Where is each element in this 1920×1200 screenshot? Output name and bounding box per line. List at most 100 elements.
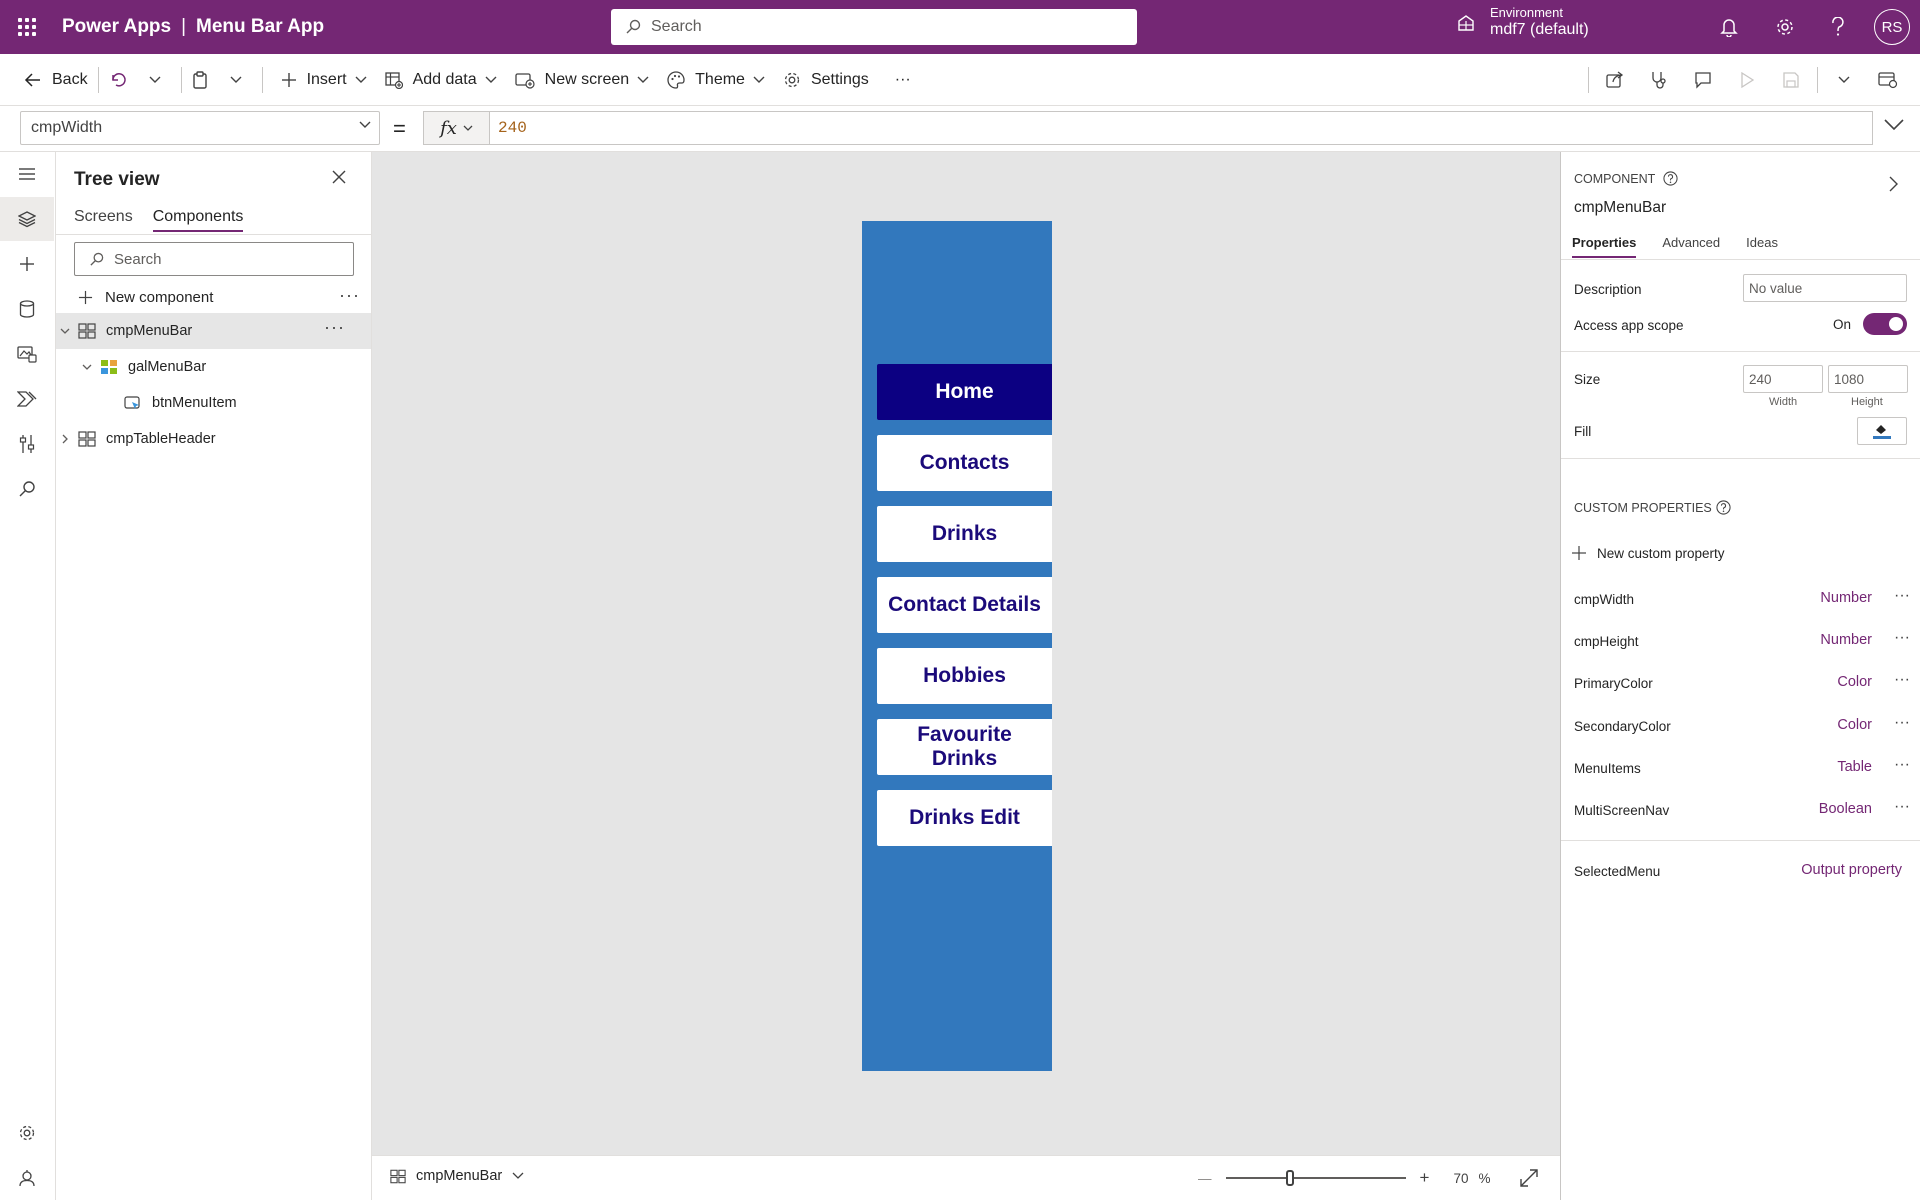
fit-to-window-icon[interactable] (1520, 1169, 1539, 1187)
add-data-button[interactable]: Add data (379, 60, 503, 100)
notifications-button[interactable] (1715, 13, 1743, 41)
help-circle-icon[interactable] (1663, 171, 1678, 186)
custom-property-row[interactable]: SecondaryColor Color ··· (1561, 712, 1920, 742)
environment-picker[interactable]: Environment mdf7 (default) (1456, 5, 1589, 39)
theme-button[interactable]: Theme (661, 60, 771, 100)
fx-button[interactable]: fx (424, 112, 490, 144)
collapse-pane-button[interactable] (1889, 176, 1898, 196)
output-property-row[interactable]: SelectedMenu Output property (1561, 857, 1920, 887)
new-screen-button[interactable]: New screen (509, 60, 655, 100)
tab-components[interactable]: Components (152, 208, 244, 232)
custom-property-more-button[interactable]: ··· (1894, 671, 1910, 689)
app-settings-button[interactable]: Settings (777, 60, 875, 100)
menu-item-favourite-drinks[interactable]: Favourite Drinks (877, 719, 1052, 775)
tab-advanced[interactable]: Advanced (1662, 235, 1720, 258)
zoom-out-button[interactable]: — (1198, 1171, 1212, 1186)
menu-item-contacts[interactable]: Contacts (877, 435, 1052, 491)
app-launcher-button[interactable] (0, 0, 54, 54)
collapse-chevron[interactable] (58, 328, 72, 335)
hamburger-menu-button[interactable] (0, 152, 54, 196)
power-automate-icon (17, 391, 37, 407)
custom-property-more-button[interactable]: ··· (1894, 587, 1910, 605)
save-menu-button[interactable] (1822, 76, 1866, 84)
formula-input[interactable]: fx 240 (423, 111, 1873, 145)
formula-value[interactable]: 240 (490, 119, 527, 137)
share-button[interactable] (1593, 71, 1637, 89)
tab-properties[interactable]: Properties (1572, 235, 1637, 258)
custom-property-row[interactable]: cmpWidth Number ··· (1561, 585, 1920, 615)
expand-chevron[interactable] (58, 434, 72, 444)
preview-button[interactable] (1725, 72, 1769, 88)
user-avatar[interactable]: RS (1874, 9, 1910, 45)
property-selector[interactable]: cmpWidth (20, 111, 380, 145)
tree-view-button[interactable] (0, 197, 54, 241)
tab-screens[interactable]: Screens (74, 208, 133, 232)
access-scope-toggle[interactable] (1863, 313, 1907, 335)
custom-property-more-button[interactable]: ··· (1894, 756, 1910, 774)
fill-color-picker[interactable] (1857, 417, 1907, 445)
expand-formula-button[interactable] (1884, 118, 1904, 135)
menu-item-drinks[interactable]: Drinks (877, 506, 1052, 562)
selected-control-name[interactable]: cmpMenuBar (1574, 199, 1666, 217)
description-input[interactable]: No value (1743, 274, 1907, 302)
new-custom-property-button[interactable]: New custom property (1571, 545, 1725, 561)
product-name[interactable]: Power Apps (62, 16, 171, 37)
tree-node-cmptableheader[interactable]: cmpTableHeader (56, 421, 371, 457)
undo-menu-button[interactable] (143, 60, 177, 100)
menu-item-home[interactable]: Home (877, 364, 1052, 420)
custom-property-more-button[interactable]: ··· (1894, 629, 1910, 647)
menu-item-contact-details[interactable]: Contact Details (877, 577, 1052, 633)
publish-icon (1878, 72, 1898, 89)
publish-button[interactable] (1866, 71, 1910, 89)
media-rail-button[interactable] (0, 332, 54, 376)
zoom-slider[interactable] (1225, 1168, 1406, 1188)
zoom-slider-thumb[interactable] (1286, 1170, 1295, 1186)
menu-item-hobbies[interactable]: Hobbies (877, 648, 1052, 704)
undo-button[interactable] (103, 60, 143, 100)
collapse-chevron[interactable] (80, 364, 94, 371)
custom-property-row[interactable]: MultiScreenNav Boolean ··· (1561, 796, 1920, 826)
virtual-agent-button[interactable] (0, 1156, 54, 1200)
save-button[interactable] (1769, 72, 1813, 88)
insert-button[interactable]: Insert (275, 60, 373, 100)
component-picker[interactable]: cmpMenuBar (390, 1168, 534, 1184)
new-component-more-button[interactable]: ··· (339, 285, 360, 306)
zoom-in-button[interactable]: + (1420, 1168, 1430, 1188)
paste-menu-button[interactable] (224, 60, 258, 100)
design-canvas[interactable]: Home Contacts Drinks Contact Details Hob… (372, 152, 1560, 1155)
width-input[interactable]: 240 (1743, 365, 1823, 393)
paste-button[interactable] (186, 60, 224, 100)
chevron-down-icon (1884, 119, 1904, 131)
comments-button[interactable] (1681, 71, 1725, 89)
settings-button[interactable] (1771, 13, 1799, 41)
help-circle-icon[interactable] (1716, 500, 1731, 515)
custom-property-row[interactable]: PrimaryColor Color ··· (1561, 669, 1920, 699)
advanced-tools-rail-button[interactable] (0, 422, 54, 466)
tab-ideas[interactable]: Ideas (1746, 235, 1778, 258)
custom-property-row[interactable]: MenuItems Table ··· (1561, 754, 1920, 784)
data-rail-button[interactable] (0, 287, 54, 331)
custom-property-more-button[interactable]: ··· (1894, 714, 1910, 732)
tree-node-cmpmenubar[interactable]: cmpMenuBar ··· (56, 313, 371, 349)
custom-property-more-button[interactable]: ··· (1894, 798, 1910, 816)
tree-node-btnmenuitem[interactable]: btnMenuItem (56, 385, 371, 421)
custom-property-row[interactable]: cmpHeight Number ··· (1561, 627, 1920, 657)
power-automate-rail-button[interactable] (0, 377, 54, 421)
insert-rail-button[interactable] (0, 242, 54, 286)
height-input[interactable]: 1080 (1828, 365, 1908, 393)
canvas-status-bar: cmpMenuBar — + 70 % (372, 1155, 1560, 1200)
more-commands-button[interactable]: ··· (889, 60, 917, 100)
search-rail-button[interactable] (0, 467, 54, 511)
global-search-input[interactable]: Search (611, 9, 1137, 45)
node-more-button[interactable]: ··· (324, 317, 345, 338)
new-component-button[interactable]: New component ··· (78, 282, 368, 312)
tree-node-galmenubar[interactable]: galMenuBar (56, 349, 371, 385)
rail-settings-button[interactable] (0, 1111, 54, 1155)
tree-search-input[interactable]: Search (74, 242, 354, 276)
help-button[interactable] (1824, 13, 1852, 41)
menu-bar-component[interactable]: Home Contacts Drinks Contact Details Hob… (862, 221, 1052, 1071)
menu-item-drinks-edit[interactable]: Drinks Edit (877, 790, 1052, 846)
close-tree-button[interactable] (332, 170, 346, 188)
back-button[interactable]: Back (18, 60, 94, 100)
app-checker-button[interactable] (1637, 71, 1681, 89)
